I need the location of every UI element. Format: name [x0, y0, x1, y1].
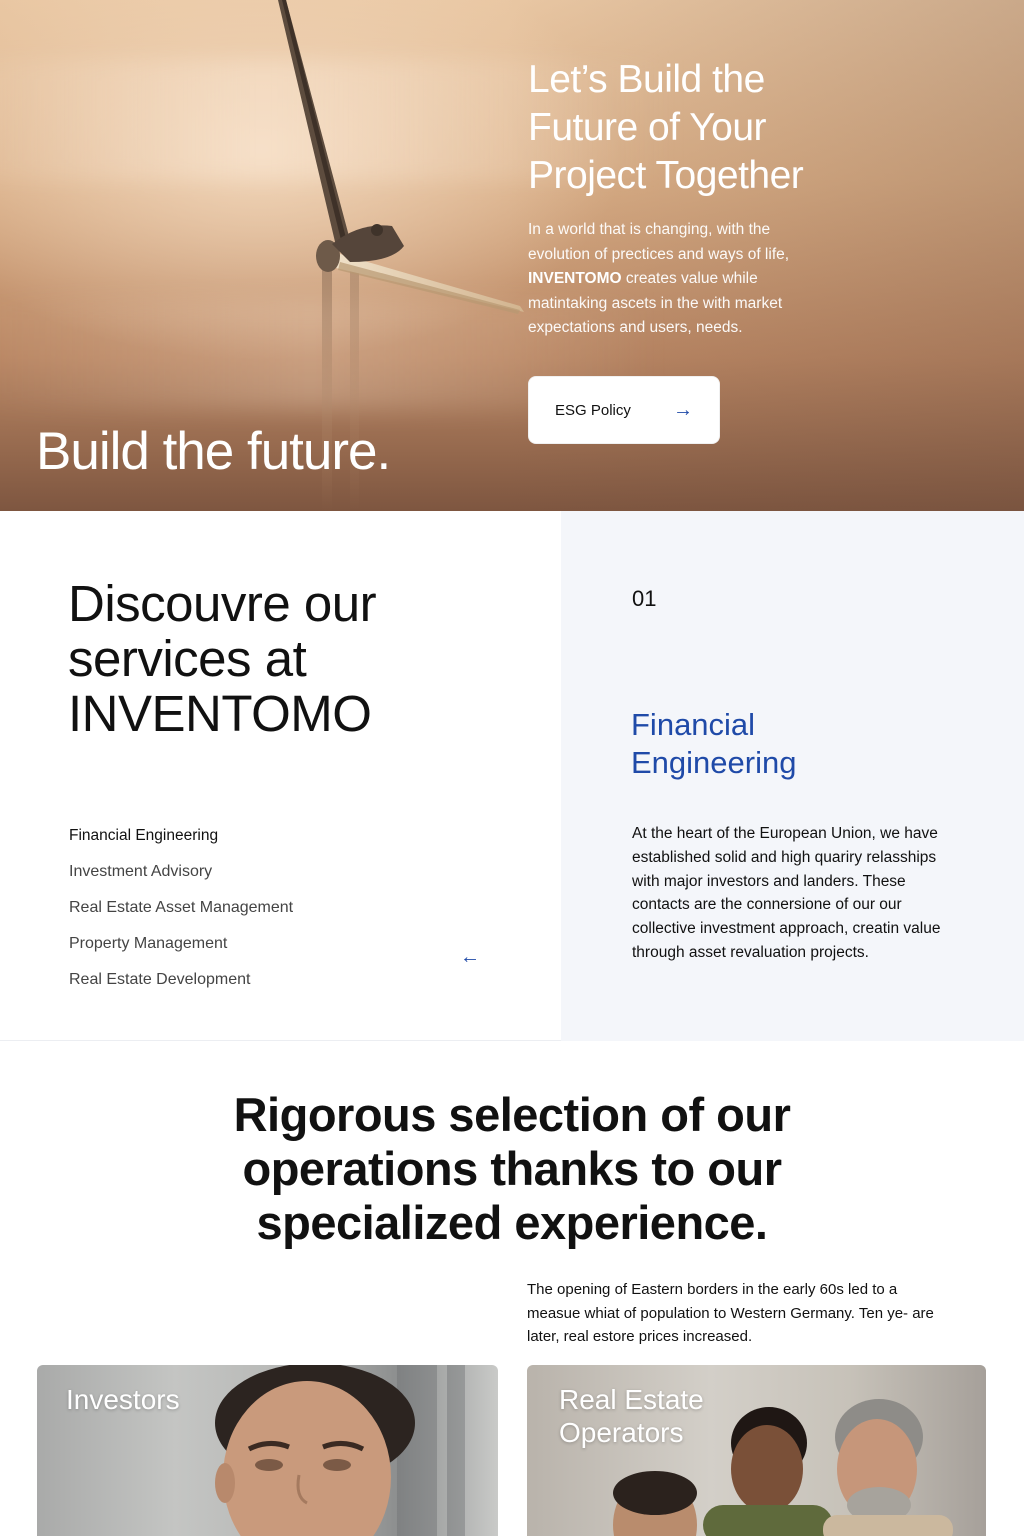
hero-title: Let’s Build the Future of Your Project T…	[528, 58, 804, 197]
service-item-property-management[interactable]: Property Management	[69, 926, 293, 962]
service-item-real-estate-asset-management[interactable]: Real Estate Asset Management	[69, 890, 293, 926]
hero-tagline: Build the future.	[36, 422, 391, 481]
service-item-investment-advisory[interactable]: Investment Advisory	[69, 854, 293, 890]
service-detail-heading: Financial Engineering	[631, 707, 797, 780]
investors-card[interactable]: Investors	[37, 1365, 498, 1536]
selection-description: The opening of Eastern borders in the ea…	[527, 1281, 934, 1345]
services-list: Financial Engineering Investment Advisor…	[69, 818, 293, 998]
service-detail-description: At the heart of the European Union, we h…	[632, 825, 941, 961]
service-item-financial-engineering[interactable]: Financial Engineering	[69, 818, 293, 854]
arrow-right-icon: →	[673, 398, 693, 421]
operators-card-label: Real Estate Operators	[559, 1384, 704, 1448]
hero-brand-name: INVENTOMO	[528, 270, 622, 288]
real-estate-operators-card[interactable]: Real Estate Operators	[527, 1365, 986, 1536]
service-item-real-estate-development[interactable]: Real Estate Development	[69, 962, 293, 998]
selection-title: Rigorous selection of our operations tha…	[233, 1088, 791, 1249]
hero-section: Let’s Build the Future of Your Project T…	[0, 0, 1024, 511]
service-number: 01	[632, 586, 657, 611]
hero-description-part1: In a world that is changing, with the ev…	[528, 221, 790, 263]
arrow-left-icon[interactable]: ←	[460, 946, 480, 969]
investors-card-label: Investors	[66, 1384, 180, 1415]
esg-policy-button[interactable]: ESG Policy →	[528, 376, 720, 444]
services-title: Discouvre our services at INVENTOMO	[68, 575, 377, 742]
hero-description: In a world that is changing, with the ev…	[528, 218, 828, 341]
esg-policy-label: ESG Policy	[555, 401, 631, 419]
